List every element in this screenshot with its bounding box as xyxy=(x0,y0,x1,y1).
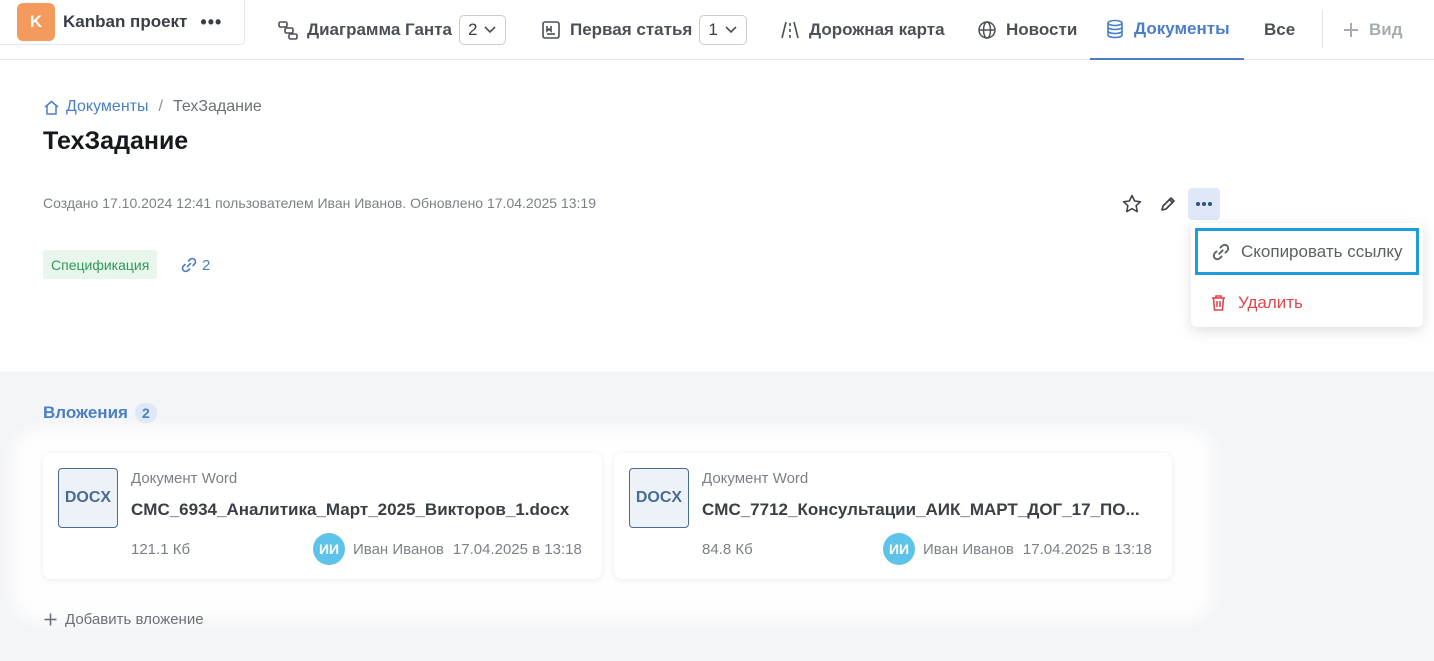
linked-items-count: 2 xyxy=(202,256,211,274)
chevron-down-icon xyxy=(725,26,737,34)
upload-date: 17.04.2025 в 13:18 xyxy=(452,540,582,558)
linked-items[interactable]: 2 xyxy=(180,256,210,274)
author-name: Иван Иванов xyxy=(353,540,444,558)
edit-button[interactable] xyxy=(1152,188,1184,220)
avatar: ИИ xyxy=(883,533,915,565)
add-attachment-button[interactable]: Добавить вложение xyxy=(43,611,204,628)
star-icon xyxy=(1122,194,1142,213)
document-tag[interactable]: Спецификация xyxy=(43,250,158,279)
breadcrumb: Документы / ТехЗадание xyxy=(43,98,262,116)
breadcrumb-documents-link[interactable]: Документы xyxy=(66,98,148,116)
author-name: Иван Иванов xyxy=(923,540,1014,558)
database-icon xyxy=(1107,19,1123,39)
plus-icon xyxy=(1344,23,1358,37)
link-icon xyxy=(181,257,197,273)
file-name[interactable]: CMC_7712_Консультации_АИК_МАРТ_ДОГ_17_ПО… xyxy=(702,500,1157,520)
gantt-icon xyxy=(278,21,298,40)
tab-all-label: Все xyxy=(1264,20,1296,39)
file-size: 121.1 Кб xyxy=(131,541,191,558)
file-author: ИИ Иван Иванов 17.04.2025 в 13:18 xyxy=(313,533,582,565)
delete-menu-item[interactable]: Удалить xyxy=(1195,279,1419,326)
more-actions-menu: Скопировать ссылку Удалить xyxy=(1191,223,1423,327)
breadcrumb-current: ТехЗадание xyxy=(172,98,262,115)
add-attachment-label: Добавить вложение xyxy=(65,611,204,628)
project-more-icon[interactable]: ••• xyxy=(200,12,222,33)
file-name[interactable]: CMC_6934_Аналитика_Март_2025_Викторов_1.… xyxy=(131,500,591,520)
copy-link-label: Скопировать ссылку xyxy=(1241,241,1403,261)
document-actions xyxy=(1112,188,1220,220)
article-count-select[interactable]: 1 xyxy=(699,15,747,45)
project-avatar: K xyxy=(17,3,55,41)
page-title: ТехЗадание xyxy=(43,127,189,155)
file-author: ИИ Иван Иванов 17.04.2025 в 13:18 xyxy=(883,533,1152,565)
more-actions-button[interactable] xyxy=(1188,188,1220,220)
tab-roadmap[interactable]: Дорожная карта xyxy=(779,0,945,60)
globe-icon xyxy=(978,21,996,39)
delete-label: Удалить xyxy=(1238,292,1303,312)
add-view-button[interactable]: Вид xyxy=(1341,0,1403,60)
link-icon xyxy=(1212,243,1230,260)
attachments-title: Вложения xyxy=(43,403,128,422)
file-type: Документ Word xyxy=(131,470,238,487)
tab-all[interactable]: Все xyxy=(1264,0,1295,60)
road-icon xyxy=(781,21,799,39)
file-type: Документ Word xyxy=(702,470,809,487)
favorite-button[interactable] xyxy=(1116,188,1148,220)
document-meta: Создано 17.10.2024 12:41 пользователем И… xyxy=(43,195,596,211)
project-switcher[interactable]: K Kanban проект ••• xyxy=(0,0,245,45)
attachment-card[interactable]: DOCX CMC_7712_Консультации_АИК_МАРТ_ДОГ_… xyxy=(614,453,1172,579)
top-navigation: K Kanban проект ••• Диаграмма Ганта 2 Пе… xyxy=(0,0,1434,60)
tab-documents-label: Документы xyxy=(1134,19,1230,38)
tab-news-label: Новости xyxy=(1006,20,1078,39)
plus-icon xyxy=(44,613,57,626)
breadcrumb-separator: / xyxy=(158,98,163,115)
tab-gantt-label: Диаграмма Ганта xyxy=(307,20,452,39)
docx-file-icon: DOCX xyxy=(58,468,118,528)
avatar: ИИ xyxy=(313,533,345,565)
tabs-divider xyxy=(1322,10,1323,48)
attachments-header: Вложения 2 xyxy=(43,403,157,423)
tab-first-article-label: Первая статья xyxy=(570,20,693,39)
pencil-icon xyxy=(1161,197,1175,211)
upload-date: 17.04.2025 в 13:18 xyxy=(1022,540,1152,558)
docx-file-icon: DOCX xyxy=(629,468,689,528)
article-icon xyxy=(542,21,560,39)
copy-link-menu-item[interactable]: Скопировать ссылку xyxy=(1195,228,1419,275)
more-horizontal-icon xyxy=(1196,202,1212,206)
file-size: 84.8 Кб xyxy=(702,541,753,558)
tab-documents[interactable]: Документы xyxy=(1090,0,1244,60)
chevron-down-icon xyxy=(484,26,497,34)
tab-gantt[interactable]: Диаграмма Ганта 2 xyxy=(277,0,507,60)
tab-roadmap-label: Дорожная карта xyxy=(809,20,945,39)
gantt-count-select[interactable]: 2 xyxy=(458,15,507,45)
attachment-card[interactable]: DOCX Документ Word CMC_6934_Аналитика_Ма… xyxy=(43,453,602,579)
home-icon[interactable] xyxy=(43,99,60,116)
attachments-count-badge: 2 xyxy=(134,403,157,423)
project-name[interactable]: Kanban проект xyxy=(63,12,187,32)
add-view-label: Вид xyxy=(1369,20,1403,39)
trash-icon xyxy=(1212,294,1225,311)
tab-first-article[interactable]: Первая статья 1 xyxy=(540,0,747,60)
tab-news[interactable]: Новости xyxy=(976,0,1077,60)
